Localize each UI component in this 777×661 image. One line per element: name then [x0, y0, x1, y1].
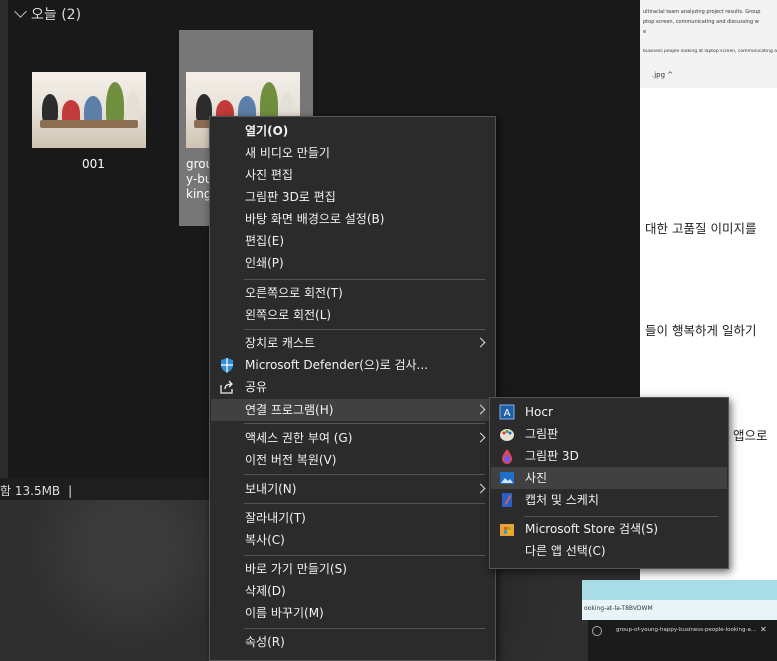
doc-header-line: ultiracial team analyzing project result…: [643, 9, 761, 15]
paint3d-icon: [502, 449, 512, 464]
menu-item-edit[interactable]: 편집(E): [211, 230, 494, 252]
open-with-submenu: A Hocr 그림판 그림판 3D 사진 캡처 및 스케치 Microsoft …: [489, 397, 729, 569]
menu-item-print[interactable]: 인쇄(P): [211, 252, 494, 274]
menu-item-rename[interactable]: 이름 바꾸기(M): [211, 602, 494, 624]
menu-separator: [244, 329, 485, 330]
group-header-today[interactable]: 오늘 (2): [14, 4, 81, 24]
chevron-right-icon: [475, 432, 486, 443]
menu-item-cut[interactable]: 잘라내기(T): [211, 507, 494, 529]
doc-header-line: ptop screen, communicating and discussin…: [643, 19, 759, 25]
menu-separator: [244, 279, 485, 280]
menu-item-cast-to-device[interactable]: 장치로 캐스트: [211, 332, 494, 354]
menu-separator: [244, 628, 485, 629]
group-header-label: 오늘 (2): [31, 7, 82, 23]
menu-item-rotate-right[interactable]: 오른쪽으로 회전(T): [211, 282, 494, 304]
menu-separator: [244, 503, 485, 504]
chevron-right-icon: [475, 483, 486, 494]
chevron-right-icon: [475, 337, 486, 348]
doc-download-tab[interactable]: .jpg ^: [652, 71, 673, 79]
menu-item-copy[interactable]: 복사(C): [211, 529, 494, 551]
share-icon: [220, 380, 233, 394]
file-thumbnail-001[interactable]: [32, 72, 146, 148]
menu-item-edit-photo[interactable]: 사진 편집: [211, 164, 494, 186]
svg-text:A: A: [504, 408, 511, 419]
doc-text-2: 들이 행복하게 일하기: [645, 323, 757, 338]
browser-icon: [592, 626, 602, 636]
menu-item-restore-versions[interactable]: 이전 버전 복원(V): [211, 449, 494, 471]
submenu-item-paint[interactable]: 그림판: [491, 423, 727, 445]
store-icon: [500, 524, 514, 536]
menu-separator: [244, 423, 485, 424]
submenu-item-photos[interactable]: 사진: [491, 467, 727, 489]
status-selected-size: 함 13.5MB |: [0, 484, 73, 498]
menu-item-send-to[interactable]: 보내기(N): [211, 478, 494, 500]
chevron-down-icon: [14, 5, 27, 18]
navigation-pane-edge[interactable]: [0, 0, 8, 478]
doc-banner: [582, 580, 777, 600]
menu-item-defender-scan[interactable]: Microsoft Defender(으)로 검사...: [211, 354, 494, 376]
taskbar-preview-title: group-of-young-happy-business-people-loo…: [616, 627, 757, 633]
file-name-001[interactable]: 001: [82, 157, 105, 171]
hocr-icon: A: [499, 404, 515, 420]
doc-text-1: 대한 고품질 이미지를: [645, 221, 757, 236]
submenu-item-store-search[interactable]: Microsoft Store 검색(S): [491, 518, 727, 540]
file-name-002-line3[interactable]: king: [186, 187, 212, 201]
menu-item-give-access[interactable]: 액세스 권한 부여 (G): [211, 427, 494, 449]
doc-header-line: e: [643, 29, 647, 35]
chevron-right-icon: [475, 404, 486, 415]
menu-item-set-wallpaper[interactable]: 바탕 화면 배경으로 설정(B): [211, 208, 494, 230]
menu-item-rotate-left[interactable]: 왼쪽으로 회전(L): [211, 304, 494, 326]
doc-url-text: ooking-at-la-T8BVDWM: [584, 605, 653, 612]
context-menu: 열기(O) 새 비디오 만들기 사진 편집 그림판 3D로 편집 바탕 화면 배…: [209, 116, 496, 661]
menu-item-new-video[interactable]: 새 비디오 만들기: [211, 142, 494, 164]
menu-separator: [524, 516, 718, 517]
menu-separator: [244, 474, 485, 475]
photos-icon: [500, 472, 514, 484]
submenu-item-paint3d[interactable]: 그림판 3D: [491, 445, 727, 467]
doc-subheader: business people looking at laptop screen…: [643, 49, 777, 54]
submenu-item-choose-another-app[interactable]: 다른 앱 선택(C): [491, 540, 727, 562]
menu-item-delete[interactable]: 삭제(D): [211, 580, 494, 602]
close-icon[interactable]: ✕: [760, 625, 767, 634]
menu-item-create-shortcut[interactable]: 바로 가기 만들기(S): [211, 558, 494, 580]
menu-item-share[interactable]: 공유: [211, 376, 494, 398]
defender-shield-icon: [221, 358, 233, 373]
menu-item-open[interactable]: 열기(O): [211, 120, 494, 142]
menu-separator: [244, 555, 485, 556]
doc-text-3: 앱으로: [733, 428, 768, 443]
menu-item-open-with[interactable]: 연결 프로그램(H): [211, 399, 494, 421]
menu-item-edit-paint3d[interactable]: 그림판 3D로 편집: [211, 186, 494, 208]
submenu-item-hocr[interactable]: A Hocr: [491, 401, 727, 423]
menu-item-properties[interactable]: 속성(R): [211, 631, 494, 653]
submenu-item-snip-sketch[interactable]: 캡처 및 스케치: [491, 489, 727, 511]
snip-sketch-icon: [502, 493, 512, 507]
paint-icon: [500, 429, 514, 441]
